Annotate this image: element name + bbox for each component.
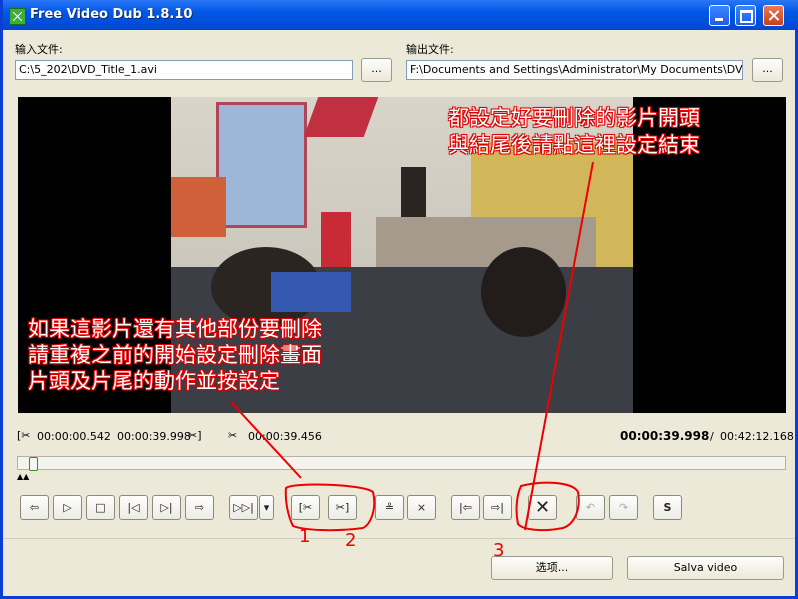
current-time: 00:00:39.998 [620, 429, 710, 443]
clear-marks-button[interactable]: ⨯ [407, 495, 436, 520]
timeline-thumb[interactable] [29, 457, 39, 471]
frame-head-2 [481, 247, 566, 337]
annotation-top-line2: 與結尾後請點這裡設定結束 [448, 133, 700, 157]
total-time: 00:42:12.168 [720, 430, 794, 443]
mark-end-button[interactable]: ✂] [328, 495, 357, 520]
maximize-button[interactable] [735, 5, 756, 26]
play-button[interactable]: ▷ [53, 495, 82, 520]
mark-both-button[interactable]: ≗ [375, 495, 404, 520]
selection-markers: ▲▲ [17, 472, 30, 481]
close-button[interactable] [763, 5, 784, 26]
frame-blue-shirt [271, 272, 351, 312]
start-marker-icon: [✂ [17, 429, 31, 442]
end-time: 00:00:39.998 [117, 430, 191, 443]
cut-icon: ✂ [228, 429, 238, 442]
output-browse-button[interactable]: ... [752, 58, 783, 82]
end-marker-icon: ✂] [188, 429, 202, 442]
video-preview: 都設定好要刪除的影片開頭 與結尾後請點這裡設定結束 如果這影片還有其他部份要刪除… [18, 97, 786, 413]
annotation-number-2: 2 [345, 530, 356, 551]
play-range-button[interactable]: ▷▷| [229, 495, 258, 520]
start-time: 00:00:00.542 [37, 430, 111, 443]
minimize-button[interactable] [709, 5, 730, 26]
input-file-label: 输入文件: [15, 43, 63, 56]
stop-button[interactable]: □ [86, 495, 115, 520]
app-logo-icon [9, 8, 26, 25]
next-frame-button[interactable]: ⇨ [185, 495, 214, 520]
undo-button[interactable]: ↶ [576, 495, 605, 520]
input-browse-button[interactable]: ... [361, 58, 392, 82]
frame-decoration-left [171, 177, 226, 237]
go-start-button[interactable]: |◁ [119, 495, 148, 520]
prev-frame-button[interactable]: ⇦ [20, 495, 49, 520]
delete-selection-button[interactable]: ✕ [528, 495, 557, 520]
title-bar[interactable]: Free Video Dub 1.8.10 [3, 0, 798, 30]
next-mark-button[interactable]: ⇨| [483, 495, 512, 520]
prev-mark-button[interactable]: |⇦ [451, 495, 480, 520]
input-file-field[interactable]: C:\5_202\DVD_Title_1.avi [15, 60, 353, 80]
output-file-field[interactable]: F:\Documents and Settings\Administrator\… [406, 60, 743, 80]
timeline-slider[interactable] [17, 456, 786, 470]
mark-start-button[interactable]: [✂ [291, 495, 320, 520]
annotation-mid-line3: 片頭及片尾的動作並按設定 [28, 369, 280, 393]
cut-duration: 00:00:39.456 [248, 430, 322, 443]
save-frame-button[interactable]: S [653, 495, 682, 520]
annotation-top-line1: 都設定好要刪除的影片開頭 [448, 106, 700, 130]
annotation-mid-line1: 如果這影片還有其他部份要刪除 [28, 317, 322, 341]
go-end-button[interactable]: ▷| [152, 495, 181, 520]
total-time-separator: / [710, 430, 714, 443]
options-button[interactable]: 选项... [491, 556, 613, 580]
app-window: Free Video Dub 1.8.10 输入文件: C:\5_202\DVD… [0, 0, 798, 599]
frame-poster [216, 102, 307, 228]
save-video-button[interactable]: Salva video [627, 556, 784, 580]
annotation-number-1: 1 [299, 526, 310, 547]
play-options-dropdown[interactable]: ▾ [259, 495, 274, 520]
frame-person-red [321, 212, 351, 267]
redo-button[interactable]: ↷ [609, 495, 638, 520]
output-file-label: 输出文件: [406, 43, 454, 56]
bottom-separator [3, 538, 795, 539]
annotation-mid-line2: 請重複之前的開始設定刪除畫面 [28, 343, 322, 367]
window-title: Free Video Dub 1.8.10 [30, 7, 193, 22]
